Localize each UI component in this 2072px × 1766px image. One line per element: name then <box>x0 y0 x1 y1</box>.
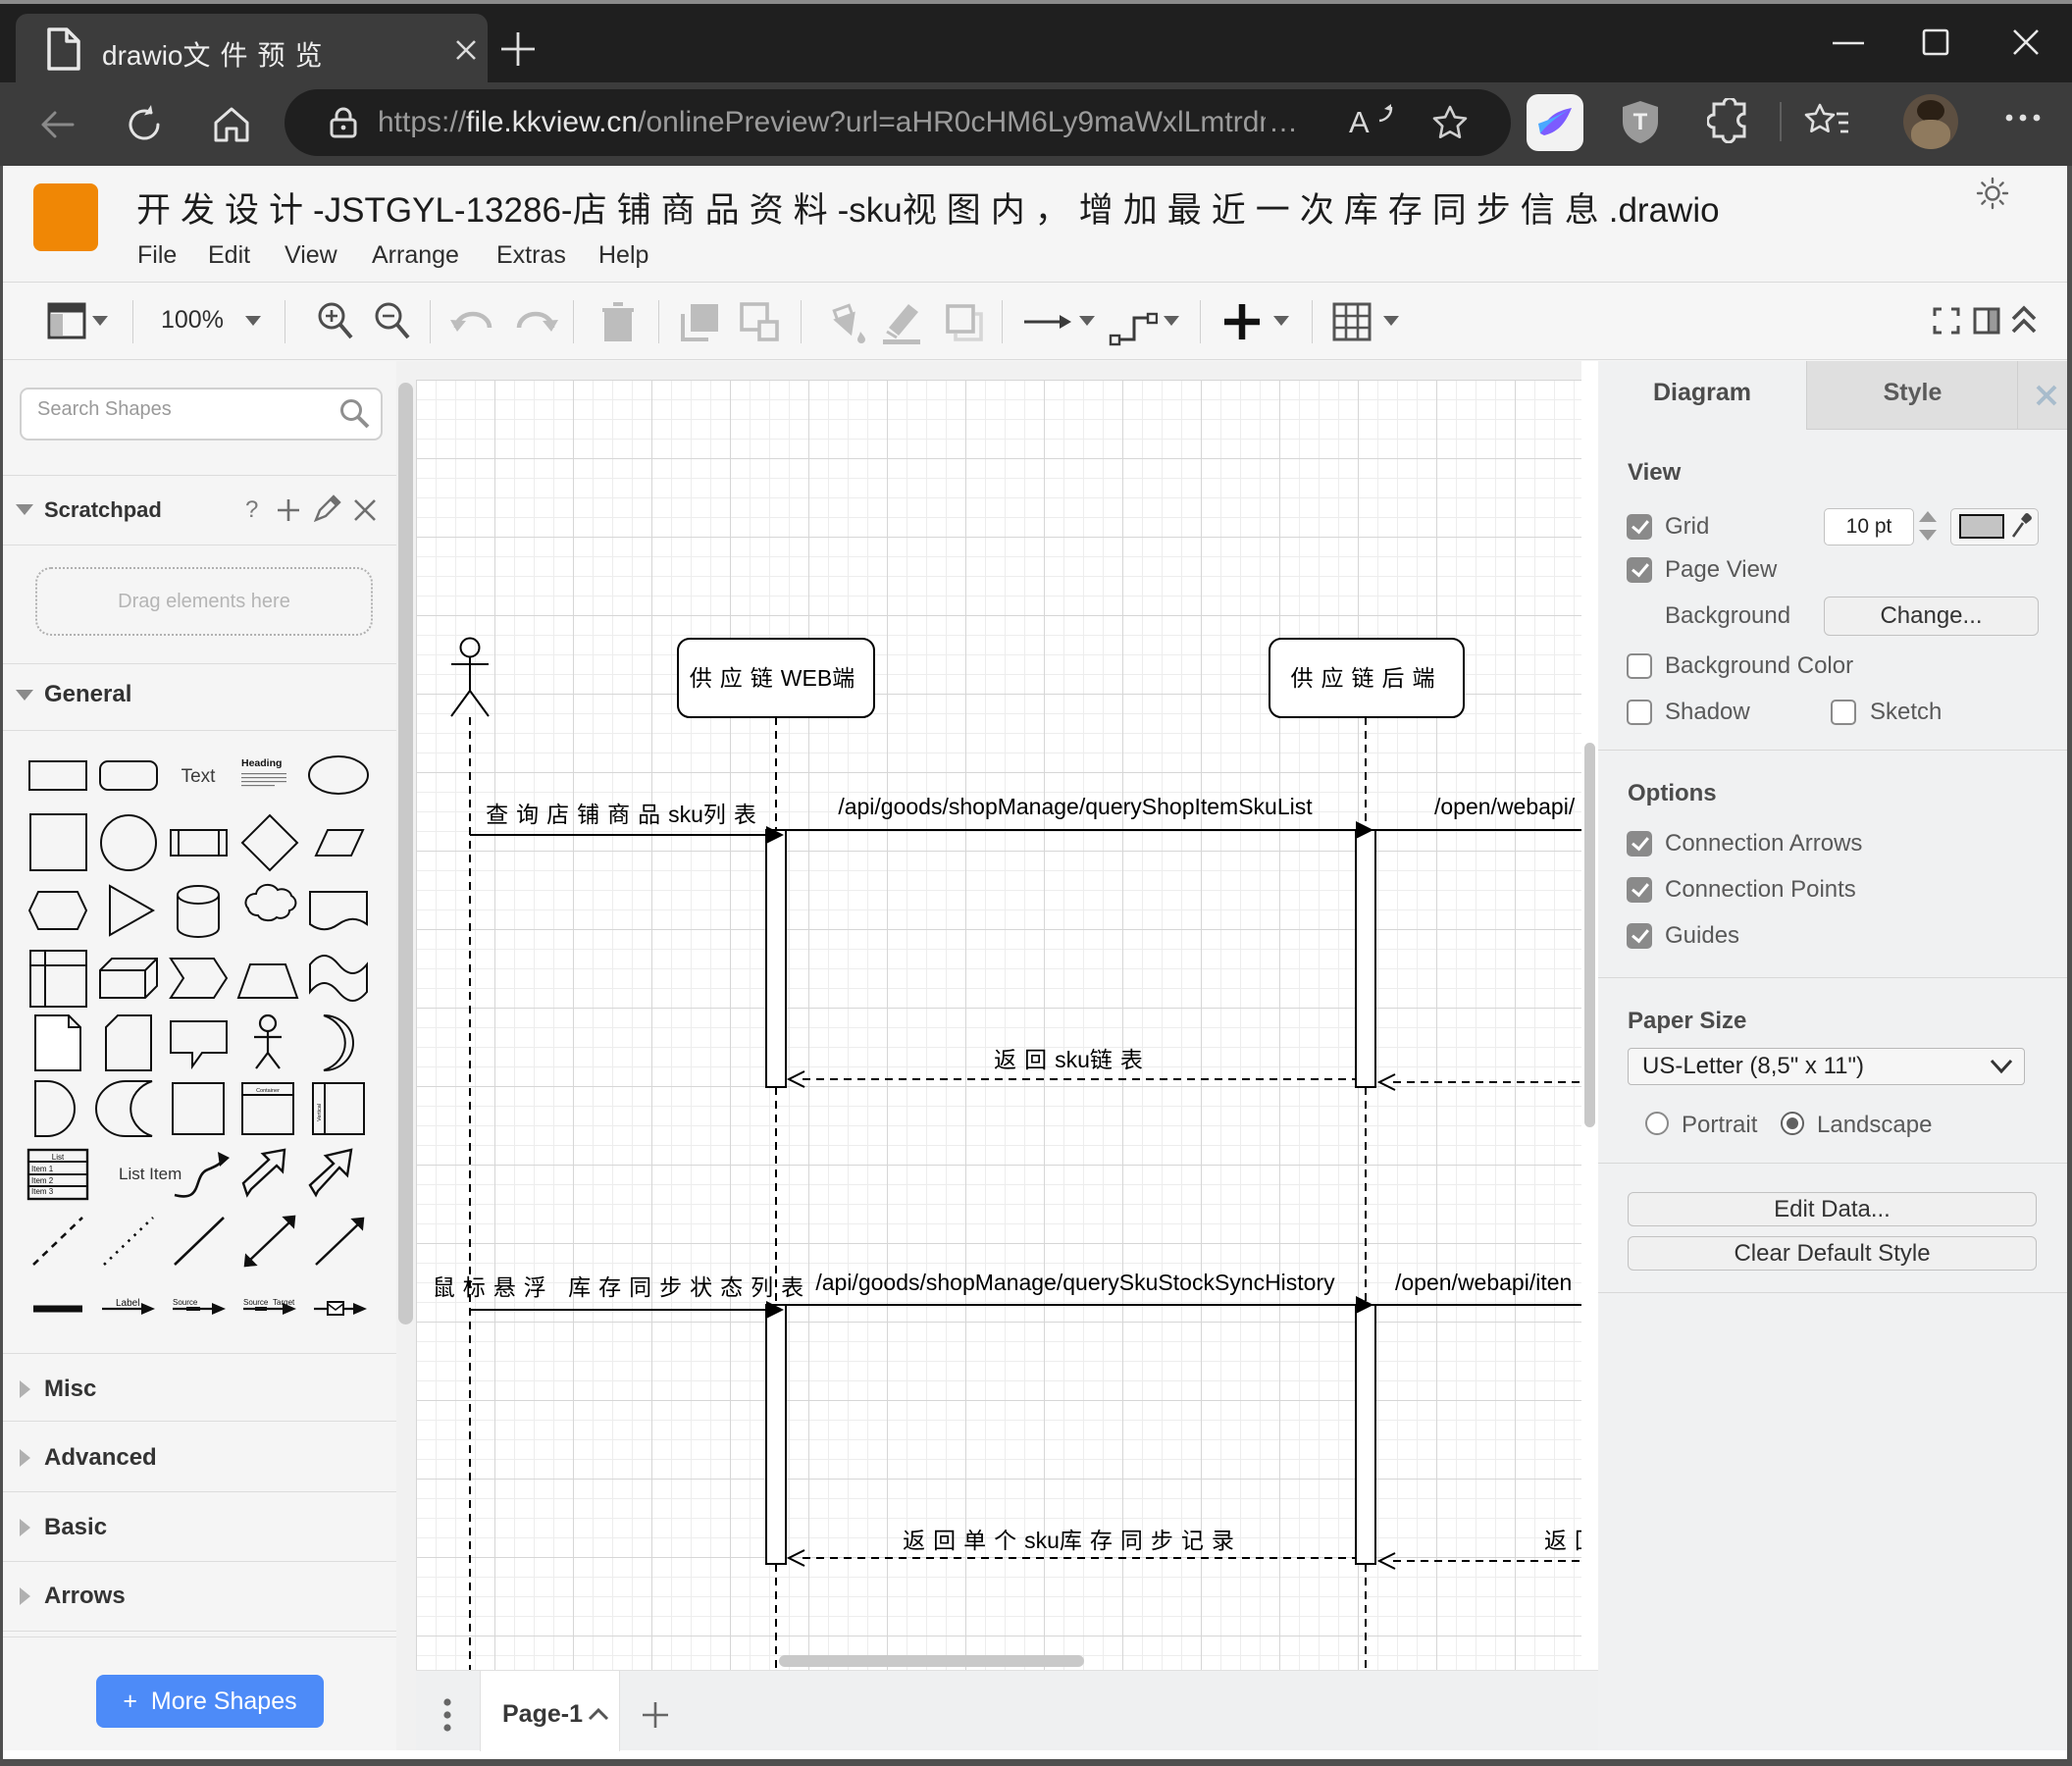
svg-text:T: T <box>1633 109 1648 135</box>
svg-text:返回sku链表: 返回sku链表 <box>994 1047 1151 1072</box>
svg-text:List: List <box>52 1153 65 1162</box>
svg-text:返回: 返回 <box>1544 1528 1581 1553</box>
svg-text:返回单个sku库存同步记录: 返回单个sku库存同步记录 <box>903 1528 1242 1553</box>
svg-text:Item 3: Item 3 <box>31 1187 54 1196</box>
svg-text:Item 1: Item 1 <box>31 1165 54 1173</box>
svg-text:Item 2: Item 2 <box>31 1176 54 1185</box>
svg-text:Heading: Heading <box>241 757 282 769</box>
svg-text:/api/goods/shopManage/querySho: /api/goods/shopManage/queryShopItemSkuLi… <box>838 794 1313 819</box>
svg-text:查询店铺商品sku列表: 查询店铺商品sku列表 <box>486 802 764 827</box>
svg-text:Container: Container <box>256 1088 280 1094</box>
svg-text:Label: Label <box>116 1298 139 1309</box>
svg-text:鼠标悬浮 库存同步状态列表: 鼠标悬浮 库存同步状态列表 <box>433 1274 811 1300</box>
svg-text:供应链后端: 供应链后端 <box>1291 665 1443 691</box>
svg-text:/open/webapi/iten: /open/webapi/iten <box>1395 1270 1572 1295</box>
svg-text:Target: Target <box>273 1298 295 1307</box>
svg-text:Source: Source <box>243 1298 269 1307</box>
svg-text:/api/goods/shopManage/querySku: /api/goods/shopManage/querySkuStockSyncH… <box>815 1270 1335 1295</box>
svg-text:Text: Text <box>181 766 217 787</box>
svg-text:Vertical: Vertical <box>317 1104 323 1121</box>
svg-text:List Item: List Item <box>119 1165 181 1183</box>
svg-text:供应链WEB端: 供应链WEB端 <box>690 665 862 691</box>
svg-text:/open/webapi/: /open/webapi/ <box>1434 794 1576 819</box>
svg-text:Source: Source <box>173 1298 198 1307</box>
